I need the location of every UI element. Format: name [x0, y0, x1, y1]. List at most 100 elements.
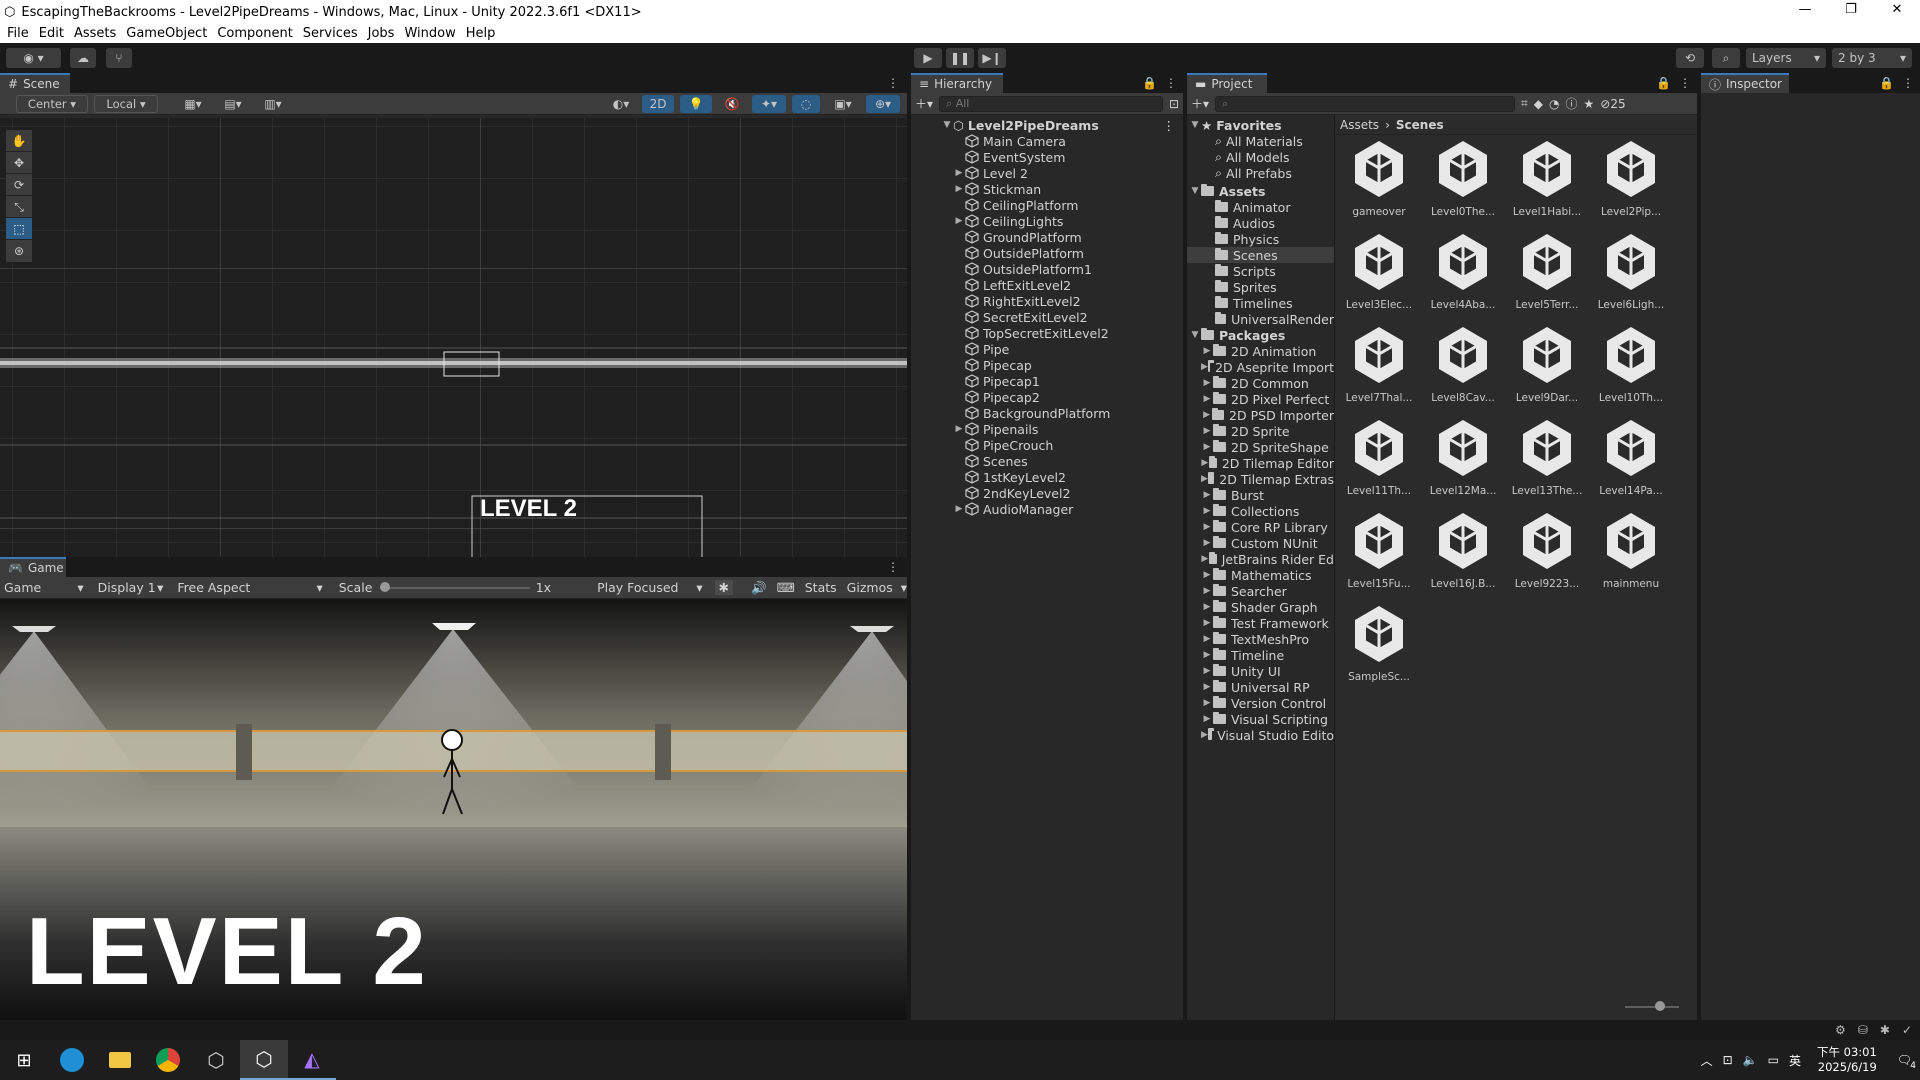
package-item[interactable]: ▶ Timeline	[1187, 647, 1334, 663]
expand-arrow-icon[interactable]: ▶	[1201, 586, 1213, 596]
network-icon[interactable]: ⊡	[1723, 1053, 1733, 1067]
hidden-objects-toggle[interactable]: ◌	[792, 94, 820, 113]
view-dropdown[interactable]: Game ▾	[0, 580, 90, 595]
menu-window[interactable]: Window	[404, 26, 455, 41]
scale-slider-thumb[interactable]	[380, 581, 391, 592]
expand-arrow-icon[interactable]: ▶	[1201, 538, 1213, 548]
scene-asset[interactable]: Level5Terr...	[1505, 232, 1589, 325]
audio-toggle[interactable]: 🔇	[718, 94, 746, 113]
panel-menu-icon[interactable]: ⋮	[1902, 76, 1914, 90]
assets-header[interactable]: ▼ Assets	[1187, 183, 1334, 199]
asset-folder-item[interactable]: Physics	[1187, 231, 1334, 247]
search-icon[interactable]: ⌕	[1712, 48, 1740, 68]
hierarchy-item[interactable]: GroundPlatform	[911, 229, 1183, 245]
asset-folder-item[interactable]: UniversalRender	[1187, 311, 1334, 327]
expand-arrow-icon[interactable]: ▶	[1201, 714, 1213, 724]
layers-dropdown[interactable]: Layers ▾	[1746, 48, 1826, 68]
panel-menu-icon[interactable]: ⋮	[1679, 76, 1691, 90]
expand-arrow-icon[interactable]: ▶	[953, 424, 965, 434]
scene-asset[interactable]: Level6Ligh...	[1589, 232, 1673, 325]
gizmos-dropdown[interactable]: Gizmos ▾	[847, 580, 907, 595]
packages-header[interactable]: ▼ Packages	[1187, 327, 1334, 343]
cloud-icon[interactable]: ☁	[70, 48, 96, 68]
star-icon[interactable]: ★	[1584, 97, 1595, 111]
hierarchy-item[interactable]: CeilingPlatform	[911, 197, 1183, 213]
icon-size-slider[interactable]	[1625, 1001, 1679, 1013]
package-item[interactable]: ▶ Searcher	[1187, 583, 1334, 599]
shortcuts-icon[interactable]: ⌨	[777, 580, 795, 595]
tray-expand-icon[interactable]: ︿	[1701, 1052, 1713, 1069]
package-item[interactable]: ▶ 2D PSD Importer	[1187, 407, 1334, 423]
package-item[interactable]: ▶ JetBrains Rider Ed	[1187, 551, 1334, 567]
hierarchy-item[interactable]: SecretExitLevel2	[911, 309, 1183, 325]
scene-asset[interactable]: mainmenu	[1589, 511, 1673, 604]
hierarchy-item[interactable]: OutsidePlatform1	[911, 261, 1183, 277]
menu-edit[interactable]: Edit	[39, 26, 64, 41]
hierarchy-item[interactable]: LeftExitLevel2	[911, 277, 1183, 293]
package-item[interactable]: ▶ 2D Pixel Perfect	[1187, 391, 1334, 407]
favorite-item[interactable]: ⌕ All Materials	[1187, 133, 1334, 149]
search-by-type-icon[interactable]: ⌗	[1521, 96, 1528, 111]
icon-size-thumb[interactable]	[1655, 1001, 1665, 1011]
pivot-dropdown[interactable]: Center ▾	[16, 94, 88, 113]
ime-indicator[interactable]: 英	[1789, 1052, 1801, 1069]
scene-asset[interactable]: Level8Cav...	[1421, 325, 1505, 418]
package-item[interactable]: ▶ 2D Tilemap Extras	[1187, 471, 1334, 487]
expand-arrow-icon[interactable]: ▶	[953, 504, 965, 514]
hierarchy-item[interactable]: ▶ Pipenails	[911, 421, 1183, 437]
tab-scene[interactable]: # Scene	[0, 73, 70, 93]
view-tool-icon[interactable]: ✋	[6, 130, 32, 152]
hierarchy-item[interactable]: ▶ Level 2	[911, 165, 1183, 181]
volume-icon[interactable]: 🔈	[1743, 1053, 1758, 1067]
package-item[interactable]: ▶ Core RP Library	[1187, 519, 1334, 535]
package-item[interactable]: ▶ Burst	[1187, 487, 1334, 503]
camera-button[interactable]: ▣▾	[826, 94, 860, 113]
scene-asset[interactable]: SampleSc...	[1337, 604, 1421, 697]
tab-hierarchy[interactable]: ≡ Hierarchy	[911, 73, 1003, 93]
hidden-packages-count[interactable]: ⊘25	[1600, 97, 1625, 111]
clock[interactable]: 下午 03:01 2025/6/19	[1817, 1045, 1877, 1075]
hierarchy-item[interactable]: BackgroundPlatform	[911, 405, 1183, 421]
display-icon[interactable]: ▭	[1768, 1053, 1779, 1067]
mode-2d-toggle[interactable]: 2D	[642, 94, 674, 113]
menu-gameobject[interactable]: GameObject	[126, 26, 207, 41]
scene-asset[interactable]: Level10Th...	[1589, 325, 1673, 418]
check-icon[interactable]: ✓	[1902, 1023, 1912, 1037]
edge-browser-icon[interactable]	[48, 1040, 96, 1080]
package-item[interactable]: ▶ Universal RP	[1187, 679, 1334, 695]
package-item[interactable]: ▶ Mathematics	[1187, 567, 1334, 583]
expand-arrow-icon[interactable]: ▼	[941, 120, 953, 130]
game-render[interactable]: LEVEL 2	[0, 599, 907, 1020]
notification-icon[interactable]: 🗨 4	[1897, 1053, 1916, 1071]
package-item[interactable]: ▶ Test Framework	[1187, 615, 1334, 631]
expand-arrow-icon[interactable]: ▶	[953, 216, 965, 226]
draw-mode-button[interactable]: ◐▾	[606, 94, 636, 113]
asset-folder-item[interactable]: Sprites	[1187, 279, 1334, 295]
expand-arrow-icon[interactable]: ▶	[1201, 490, 1213, 500]
hierarchy-item[interactable]: OutsidePlatform	[911, 245, 1183, 261]
play-mode-dropdown[interactable]: Play Focused ▾	[597, 580, 703, 595]
expand-arrow-icon[interactable]: ▶	[1201, 602, 1213, 612]
scene-asset[interactable]: Level1Habi...	[1505, 139, 1589, 232]
package-item[interactable]: ▶ Unity UI	[1187, 663, 1334, 679]
package-item[interactable]: ▶ Version Control	[1187, 695, 1334, 711]
restore-button[interactable]: ❐	[1828, 0, 1874, 22]
expand-arrow-icon[interactable]: ▶	[1201, 682, 1213, 692]
scene-asset[interactable]: Level14Pa...	[1589, 418, 1673, 511]
lock-icon[interactable]: 🔒	[1656, 76, 1671, 90]
asset-folder-item[interactable]: Timelines	[1187, 295, 1334, 311]
scene-asset[interactable]: Level15Fu...	[1337, 511, 1421, 604]
tab-inspector[interactable]: ⓘ Inspector	[1701, 73, 1789, 93]
unity-editor-icon[interactable]: ⬡	[240, 1040, 288, 1080]
transform-tool-icon[interactable]: ⊛	[6, 240, 32, 262]
expand-arrow-icon[interactable]: ▼	[1189, 186, 1201, 196]
menu-services[interactable]: Services	[303, 26, 358, 41]
pause-button[interactable]: ❚❚	[946, 48, 974, 68]
hierarchy-root[interactable]: ▼ ⬡ Level2PipeDreams ⋮	[911, 117, 1183, 133]
expand-arrow-icon[interactable]: ▶	[1201, 522, 1213, 532]
scale-slider[interactable]	[380, 581, 531, 594]
package-item[interactable]: ▶ 2D SpriteShape	[1187, 439, 1334, 455]
hierarchy-item[interactable]: ▶ AudioManager	[911, 501, 1183, 517]
progress-icon[interactable]: ⚙	[1835, 1023, 1846, 1037]
expand-arrow-icon[interactable]: ▶	[1201, 666, 1213, 676]
